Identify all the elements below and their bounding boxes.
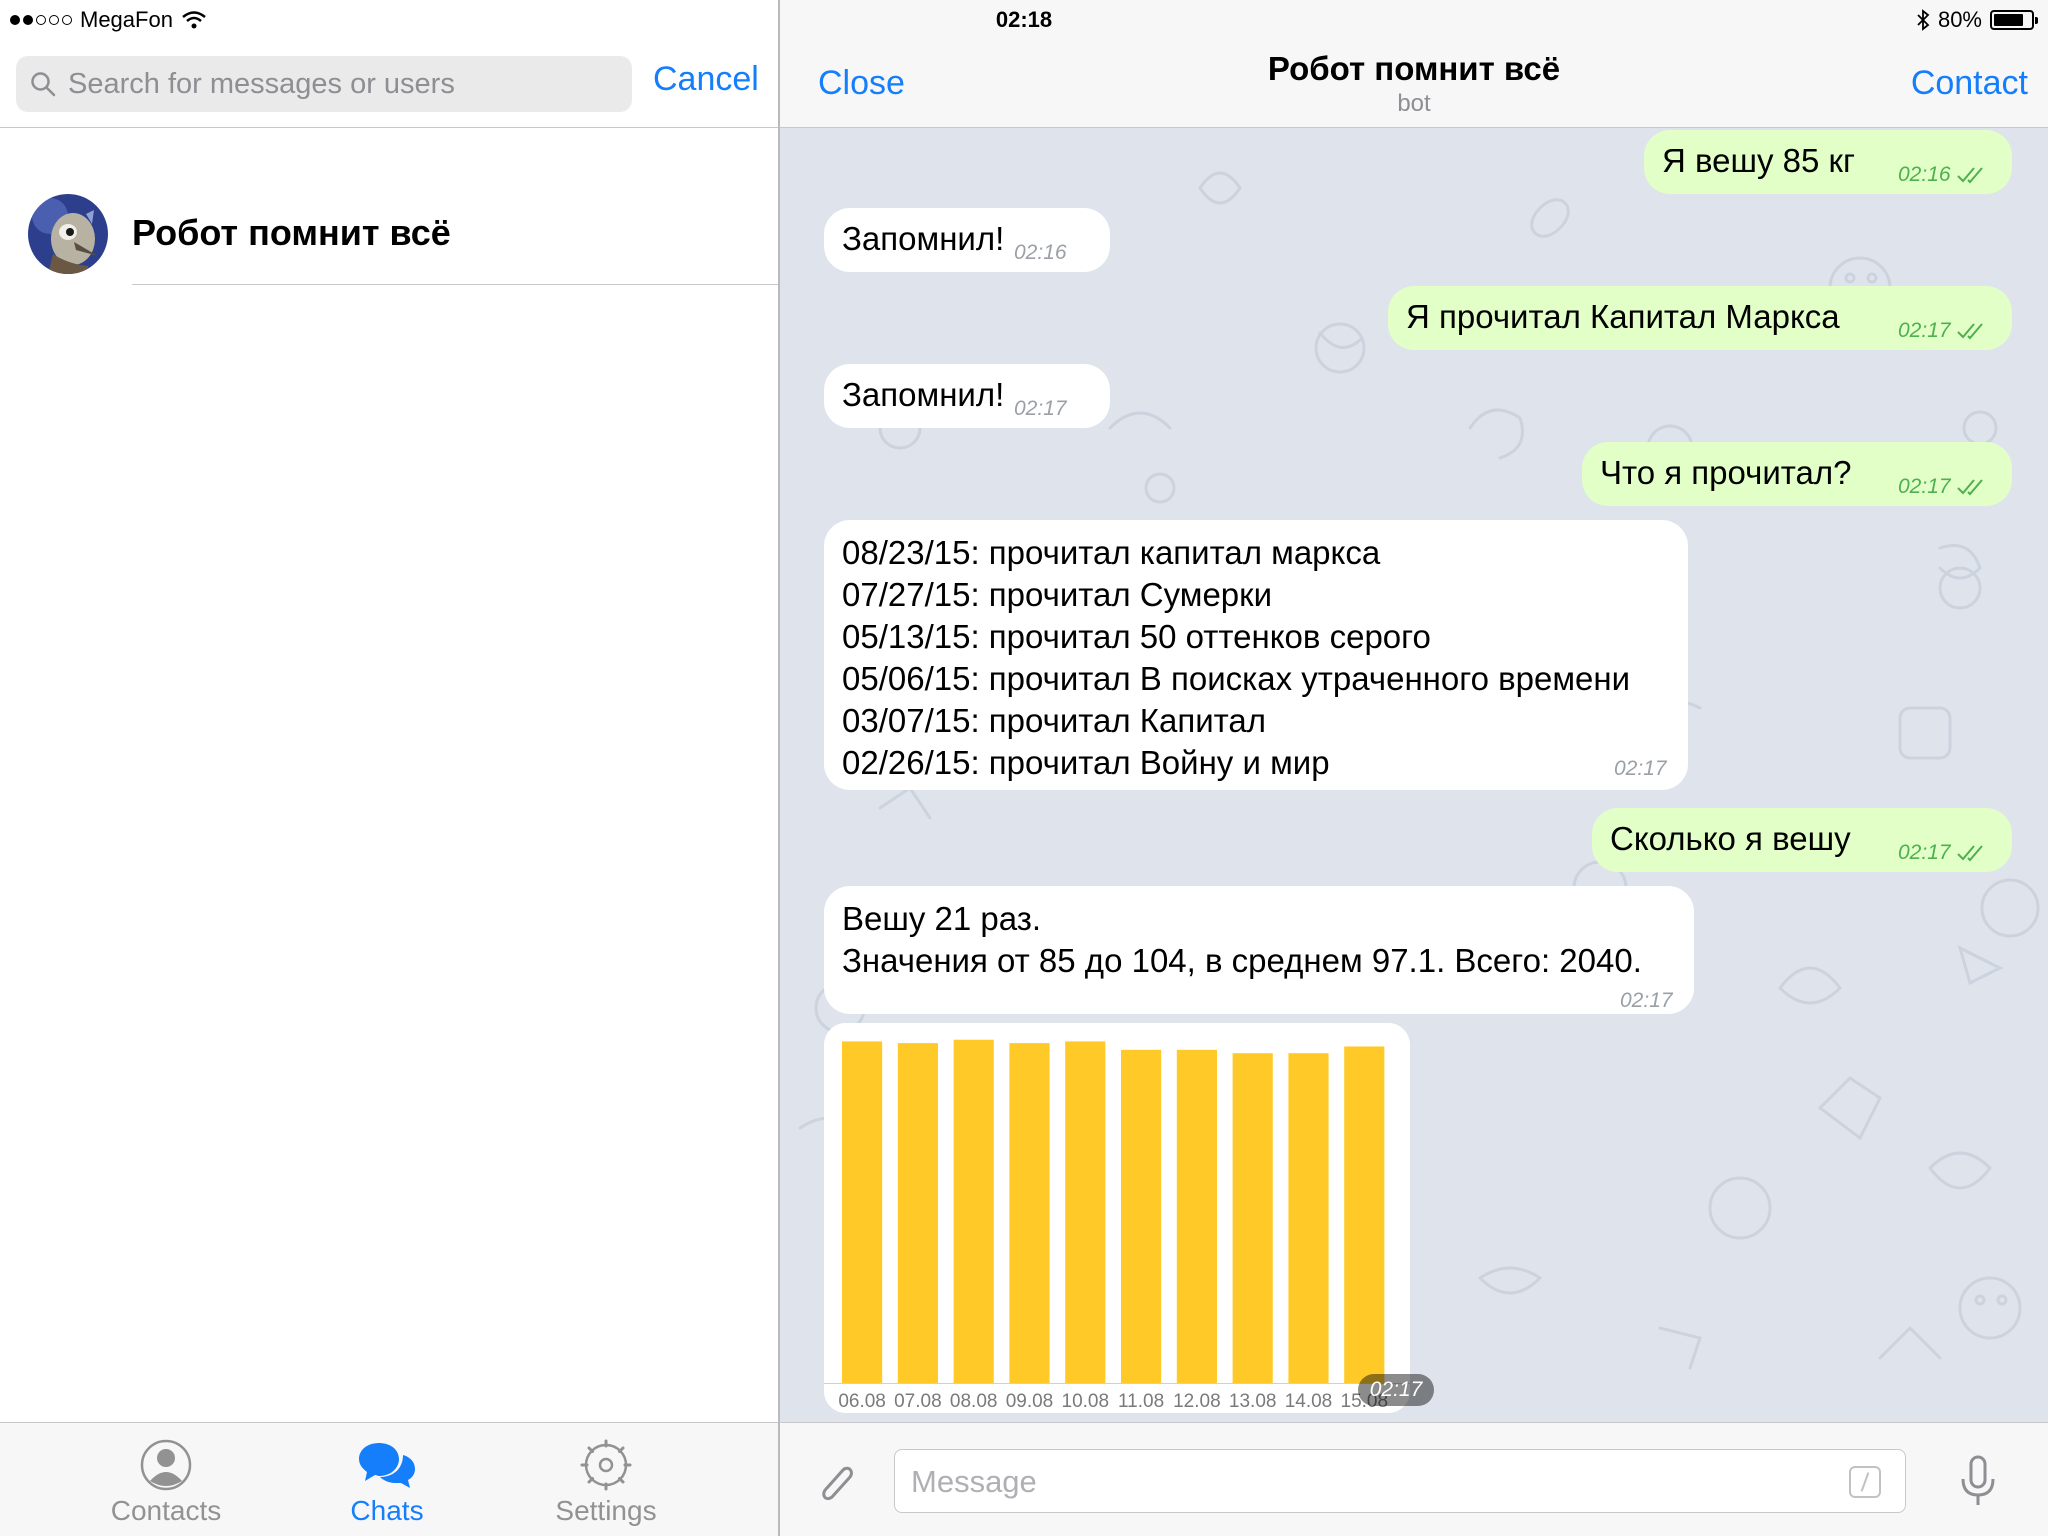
divider	[132, 284, 778, 285]
message-text: 08/23/15: прочитал капитал маркса 07/27/…	[842, 534, 1631, 781]
message-bubble-outgoing[interactable]: Я прочитал Капитал Маркса 02:17	[1388, 286, 2012, 350]
message-time: 02:17	[1358, 1374, 1434, 1406]
search-input[interactable]	[68, 67, 608, 101]
chart-bar	[842, 1041, 883, 1383]
message-time: 02:17	[1898, 832, 1986, 874]
tab-contacts[interactable]: Contacts	[66, 1437, 266, 1527]
message-bubble-outgoing[interactable]: Я вешу 85 кг 02:16	[1644, 130, 2012, 194]
message-text: Я вешу 85 кг	[1662, 142, 1856, 179]
x-tick-label: 08.08	[950, 1391, 998, 1412]
cancel-button[interactable]: Cancel	[653, 60, 759, 99]
message-time: 02:17	[1014, 397, 1067, 420]
conversation-title[interactable]: Робот помнит всё	[780, 50, 2048, 88]
status-bar: MegaFon 02:18 80%	[0, 0, 2048, 40]
chart-bar	[1009, 1043, 1050, 1383]
message-bubble-incoming[interactable]: Запомнил! 02:16	[824, 208, 1110, 272]
message-text: Я прочитал Капитал Маркса	[1406, 298, 1840, 335]
chart-image-message[interactable]: 06.08 07.08 08.08 09.08 10.08 11.08 12.08 13.08…	[824, 1023, 1410, 1413]
gear-icon	[580, 1439, 632, 1491]
bluetooth-icon	[1917, 9, 1930, 31]
chart-bar	[953, 1039, 994, 1383]
x-tick-label: 11.08	[1118, 1391, 1164, 1412]
message-time: 02:17	[1898, 310, 1986, 352]
x-tick-label: 07.08	[894, 1391, 942, 1412]
paperclip-icon[interactable]	[814, 1459, 858, 1507]
tab-bar: Contacts Chats Settings	[0, 1422, 778, 1536]
message-bubble-outgoing[interactable]: Что я прочитал? 02:17	[1582, 442, 2012, 506]
contact-button[interactable]: Contact	[1911, 64, 2028, 103]
conversation-subtitle: bot	[1397, 90, 1431, 117]
weight-bar-chart: 06.08 07.08 08.08 09.08 10.08 11.08 12.08 13.08…	[824, 1023, 1410, 1413]
message-text: Сколько я вешу	[1610, 820, 1851, 857]
chat-list-item[interactable]: Робот помнит всё	[0, 180, 778, 285]
tab-label: Chats	[350, 1495, 424, 1526]
message-bubble-incoming[interactable]: Вешу 21 раз. Значения от 85 до 104, в ср…	[824, 886, 1694, 1014]
bot-commands-icon[interactable]	[1849, 1466, 1881, 1498]
message-time: 02:16	[1898, 154, 1986, 196]
tab-settings[interactable]: Settings	[506, 1437, 706, 1527]
message-input[interactable]	[895, 1450, 1795, 1514]
tab-chats[interactable]: Chats	[287, 1437, 487, 1527]
x-tick-label: 09.08	[1006, 1391, 1054, 1412]
microphone-icon[interactable]	[1958, 1455, 1998, 1509]
chat-list-pane: Cancel Робот помнит всё	[0, 0, 778, 1536]
chart-bar	[897, 1043, 938, 1383]
chart-bar	[1176, 1049, 1217, 1383]
battery-percent: 80%	[1937, 7, 1982, 32]
x-tick-label: 06.08	[838, 1391, 886, 1412]
message-bubble-incoming[interactable]: 08/23/15: прочитал капитал маркса 07/27/…	[824, 520, 1688, 790]
tab-label: Settings	[555, 1495, 657, 1526]
x-tick-label: 14.08	[1285, 1391, 1333, 1412]
chat-list-title: Робот помнит всё	[132, 212, 451, 253]
message-bubble-incoming[interactable]: Запомнил! 02:17	[824, 364, 1110, 428]
chart-bar	[1232, 1053, 1273, 1383]
read-checkmarks-icon	[1957, 323, 1984, 340]
battery-icon	[1990, 10, 2038, 30]
message-time: 02:17	[1620, 989, 1673, 1012]
message-composer	[780, 1422, 2048, 1536]
x-tick-label: 12.08	[1173, 1391, 1221, 1412]
message-text: Что я прочитал?	[1600, 454, 1852, 491]
x-tick-label: 10.08	[1062, 1391, 1110, 1412]
search-icon	[31, 72, 56, 97]
chart-bar	[1065, 1041, 1106, 1383]
message-list[interactable]: Я вешу 85 кг 02:16 Запомнил! 02:16 Я про…	[780, 128, 2048, 1422]
message-text: Запомнил!	[842, 376, 1005, 413]
read-checkmarks-icon	[1957, 479, 1984, 496]
chart-bar	[1344, 1046, 1385, 1383]
search-bar[interactable]	[16, 56, 632, 112]
contacts-icon	[140, 1439, 192, 1491]
tab-label: Contacts	[110, 1495, 222, 1526]
chart-bar	[1121, 1049, 1162, 1383]
conversation-pane: Close Робот помнит всё bot Contact Я веш…	[780, 0, 2048, 1536]
divider	[0, 127, 778, 128]
message-time: 02:17	[1614, 757, 1667, 780]
read-checkmarks-icon	[1957, 845, 1984, 862]
x-tick-label: 13.08	[1229, 1391, 1277, 1412]
message-bubble-outgoing[interactable]: Сколько я вешу 02:17	[1592, 808, 2012, 872]
read-checkmarks-icon	[1957, 167, 1984, 184]
chart-bar	[1288, 1053, 1329, 1383]
message-text: Вешу 21 раз. Значения от 85 до 104, в ср…	[842, 900, 1642, 979]
message-text: Запомнил!	[842, 220, 1005, 257]
message-field[interactable]	[894, 1449, 1906, 1514]
status-time: 02:18	[995, 7, 1053, 32]
message-time: 02:16	[1014, 241, 1067, 264]
avatar	[28, 194, 108, 274]
message-time: 02:17	[1898, 466, 1986, 508]
chats-icon	[359, 1443, 415, 1488]
